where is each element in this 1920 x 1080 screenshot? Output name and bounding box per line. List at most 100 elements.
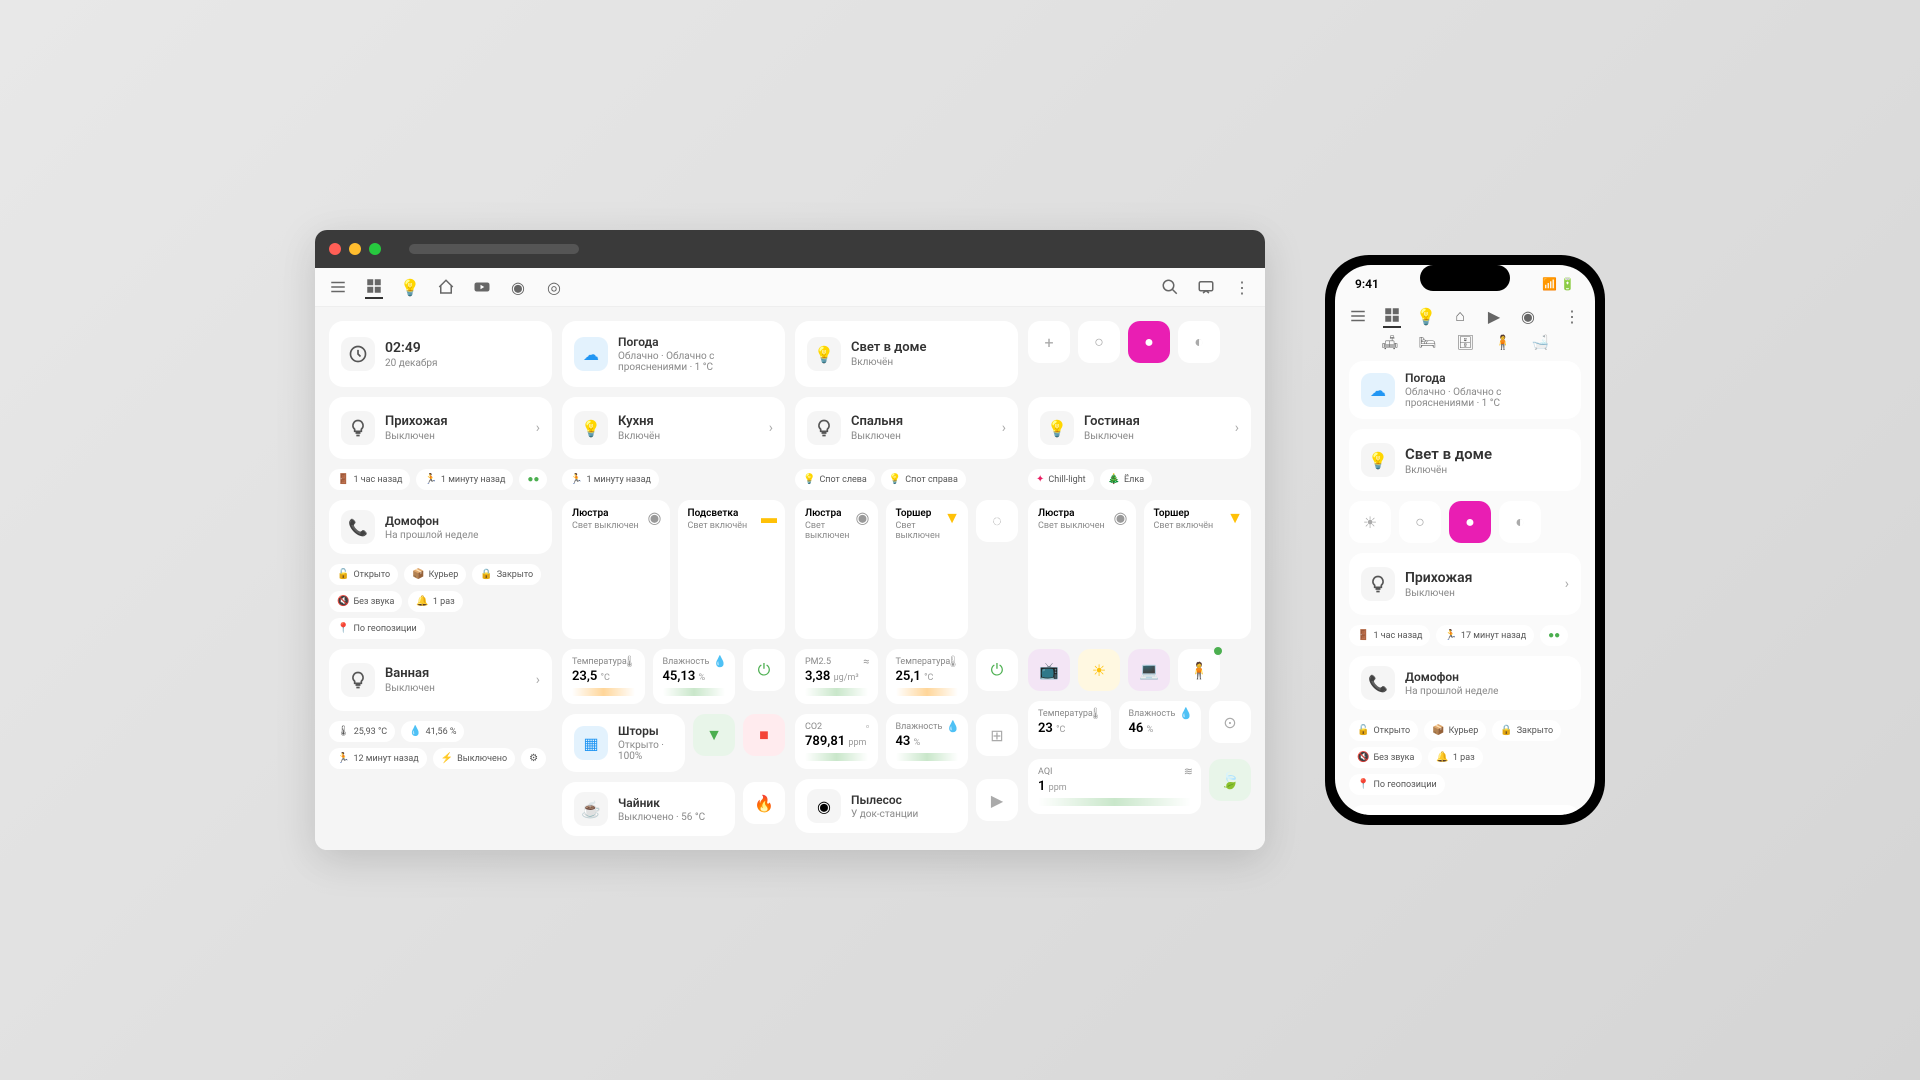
tab-office-icon[interactable]: 🗄 — [1456, 335, 1474, 351]
light-living-chandelier[interactable]: ЛюстраСвет выключен◉ — [1028, 500, 1136, 639]
curtains-card[interactable]: ▦ШторыОткрыто · 100% — [562, 714, 685, 772]
maximize-window-icon[interactable] — [369, 243, 381, 255]
more-icon[interactable]: ⋮ — [1563, 307, 1581, 325]
intercom-once[interactable]: 🔔1 раз — [408, 591, 462, 612]
room-bedroom[interactable]: СпальняВыключен › — [795, 397, 1018, 459]
scene-add-button[interactable]: + — [1028, 321, 1070, 363]
room-bathroom[interactable]: ВаннаяВыключен › — [329, 649, 552, 711]
sensor-bedroom-pm[interactable]: PM2.53,38 μg/m³≈ — [795, 649, 878, 704]
light-bedroom-chandelier[interactable]: ЛюстраСвет выключен◉ — [795, 500, 878, 639]
extra-button[interactable]: ◌ — [976, 500, 1018, 542]
intercom-card[interactable]: 📞 ДомофонНа прошлой неделе — [329, 500, 552, 554]
living-extra-button[interactable]: ⊙ — [1209, 701, 1251, 743]
intercom-once[interactable]: 🔔1 раз — [1428, 747, 1482, 768]
chip-lights[interactable]: ●● — [519, 469, 547, 490]
phone-weather-card[interactable]: ☁ ПогодаОблачно · Облачно с прояснениями… — [1349, 361, 1581, 419]
phone-intercom[interactable]: 📞 ДомофонНа прошлой неделе — [1349, 656, 1581, 710]
sensor-living-hum[interactable]: Влажность46 %💧 — [1119, 701, 1202, 749]
kettle-card[interactable]: ☕ЧайникВыключено · 56 °C — [562, 782, 735, 836]
scene-night-button[interactable]: ◐ — [1499, 501, 1541, 543]
bedroom-power-button[interactable]: ⏻ — [976, 649, 1018, 691]
chip-motion[interactable]: 🏃12 минут назад — [329, 748, 427, 769]
scene-sun-button[interactable]: ☀ — [1349, 501, 1391, 543]
menu-icon[interactable] — [329, 278, 347, 296]
scene-empty-button[interactable]: ○ — [1078, 321, 1120, 363]
curtain-close-button[interactable]: ▼ — [693, 714, 735, 756]
light-kitchen-backlight[interactable]: ПодсветкаСвет включён▬ — [678, 500, 786, 639]
scene-person[interactable]: 🧍 — [1178, 649, 1220, 691]
homelight-card[interactable]: 💡 Свет в домеВключён — [795, 321, 1018, 387]
scene-party-button[interactable]: ● — [1449, 501, 1491, 543]
light-icon[interactable]: 💡 — [401, 278, 419, 296]
tab-person-icon[interactable]: 🧍 — [1494, 335, 1511, 351]
light-bedroom-floor[interactable]: ТоршерСвет выключен▼ — [886, 500, 969, 639]
sensor-kitchen-temp[interactable]: Температура23,5 °C🌡 — [562, 649, 645, 704]
weather-card[interactable]: ☁ ПогодаОблачно · Облачно с прояснениями… — [562, 321, 785, 387]
camera-icon[interactable]: ◎ — [545, 278, 563, 296]
intercom-mute[interactable]: 🔇Без звука — [329, 591, 402, 612]
home-icon[interactable] — [437, 278, 455, 296]
phone-homelight-card[interactable]: 💡 Свет в домеВключён — [1349, 429, 1581, 491]
room-living[interactable]: 💡 ГостинаяВыключен › — [1028, 397, 1251, 459]
intercom-closed[interactable]: 🔒Закрыто — [1492, 720, 1561, 741]
layers-icon[interactable]: ◉ — [509, 278, 527, 296]
close-window-icon[interactable] — [329, 243, 341, 255]
kettle-boil-button[interactable]: 🔥 — [743, 782, 785, 824]
bedroom-extra-button[interactable]: ⊞ — [976, 714, 1018, 756]
scene-night-button[interactable]: ◐ — [1178, 321, 1220, 363]
light-living-floor[interactable]: ТоршерСвет включён▼ — [1144, 500, 1252, 639]
room-kitchen[interactable]: 💡 КухняВключён › — [562, 397, 785, 459]
scene-empty-button[interactable]: ○ — [1399, 501, 1441, 543]
scene-sun[interactable]: ☀ — [1078, 649, 1120, 691]
intercom-geo[interactable]: 📍По геопозиции — [1349, 774, 1445, 795]
layers-icon[interactable]: ◉ — [1519, 307, 1537, 325]
chip-motion[interactable]: 🚪1 час назад — [1349, 625, 1430, 646]
chip-temp[interactable]: 🌡25,93 °C — [329, 721, 395, 742]
home-icon[interactable]: ⌂ — [1451, 307, 1469, 325]
sensor-living-aqi[interactable]: AQI1 ppm≋ — [1028, 759, 1201, 814]
purifier-button[interactable]: 🍃 — [1209, 759, 1251, 801]
scene-party-button[interactable]: ● — [1128, 321, 1170, 363]
chip-motion[interactable]: 🚪1 час назад — [329, 469, 410, 490]
more-icon[interactable]: ⋮ — [1233, 278, 1251, 296]
chip-chill[interactable]: ✦Chill-light — [1028, 469, 1094, 490]
vacuum-card[interactable]: ◉ПылесосУ док-станции — [795, 779, 968, 833]
sensor-bedroom-co2[interactable]: CO2789,81 ppm◦ — [795, 714, 878, 769]
chip-presence[interactable]: 🏃17 минут назад — [1436, 625, 1534, 646]
menu-icon[interactable] — [1349, 307, 1367, 325]
sensor-living-temp[interactable]: Температура23 °C🌡 — [1028, 701, 1111, 749]
chip-tree[interactable]: 🎄Ёлка — [1100, 469, 1153, 490]
sensor-kitchen-hum[interactable]: Влажность45,13 %💧 — [653, 649, 736, 704]
scene-pc[interactable]: 💻 — [1128, 649, 1170, 691]
intercom-courier[interactable]: 📦Курьер — [404, 564, 466, 585]
chip-motion[interactable]: 🏃1 минуту назад — [562, 469, 659, 490]
chip-presence[interactable]: 🏃1 минуту назад — [416, 469, 513, 490]
chip-off[interactable]: ⚡Выключено — [433, 748, 515, 769]
sensor-bedroom-temp[interactable]: Температура25,1 °C🌡 — [886, 649, 969, 704]
dashboard-icon[interactable] — [365, 281, 383, 299]
curtain-stop-button[interactable]: ■ — [743, 714, 785, 756]
tab-bath-icon[interactable]: 🛁 — [1532, 335, 1549, 351]
intercom-open[interactable]: 🔓Открыто — [329, 564, 398, 585]
sensor-bedroom-hum[interactable]: Влажность43 %💧 — [886, 714, 969, 769]
minimize-window-icon[interactable] — [349, 243, 361, 255]
room-hallway[interactable]: ПрихожаяВыключен › — [329, 397, 552, 459]
dashboard-icon[interactable] — [1383, 310, 1401, 328]
intercom-mute[interactable]: 🔇Без звука — [1349, 747, 1422, 768]
chip-spot-right[interactable]: 💡Спот справа — [881, 469, 966, 490]
intercom-courier[interactable]: 📦Курьер — [1424, 720, 1486, 741]
vacuum-start-button[interactable]: ▶ — [976, 779, 1018, 821]
kitchen-power-button[interactable]: ⏻ — [743, 649, 785, 691]
phone-bathroom[interactable]: ВаннаяВыключен › — [1349, 805, 1581, 815]
tab-bed-icon[interactable]: 🛏 — [1419, 335, 1437, 351]
youtube-icon[interactable]: ▶ — [1485, 307, 1503, 325]
youtube-icon[interactable] — [473, 278, 491, 296]
light-kitchen-chandelier[interactable]: ЛюстраСвет выключен◉ — [562, 500, 670, 639]
url-bar[interactable] — [409, 244, 579, 254]
intercom-closed[interactable]: 🔒Закрыто — [472, 564, 541, 585]
light-icon[interactable]: 💡 — [1417, 307, 1435, 325]
intercom-open[interactable]: 🔓Открыто — [1349, 720, 1418, 741]
phone-hallway[interactable]: ПрихожаяВыключен › — [1349, 553, 1581, 615]
chip-spot-left[interactable]: 💡Спот слева — [795, 469, 875, 490]
chip-lights[interactable]: ●● — [1540, 625, 1568, 646]
